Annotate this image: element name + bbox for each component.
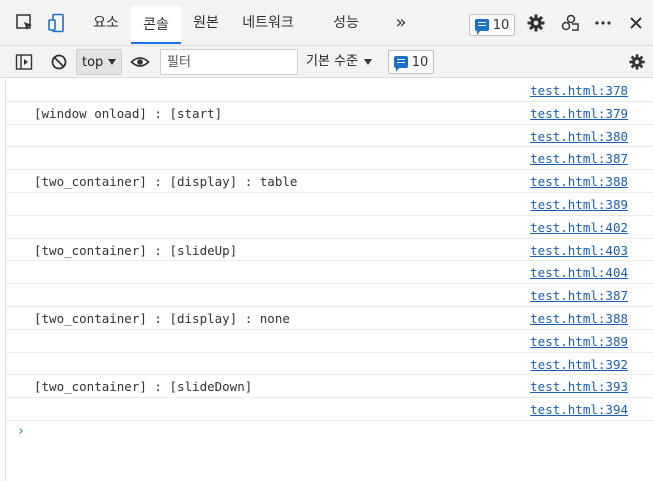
levels-label: 기본 수준	[306, 54, 358, 69]
tab-elements[interactable]: 요소	[84, 0, 128, 46]
issues-count-badge[interactable]: 10	[388, 50, 434, 74]
log-source-link[interactable]: test.html:402	[530, 220, 628, 235]
log-row: test.html:389	[6, 193, 653, 216]
chevron-down-icon	[108, 59, 116, 65]
message-count: 10	[492, 17, 510, 33]
log-row: [two_container] : [display] : none test.h…	[6, 307, 653, 330]
tab-label: 요소	[93, 15, 119, 31]
settings-gear-icon[interactable]	[523, 10, 549, 36]
clear-console-icon[interactable]	[47, 50, 71, 74]
log-row: [two_container] : [slideDown] test.html:3…	[6, 375, 653, 399]
log-source-link[interactable]: test.html:394	[530, 402, 628, 417]
log-source-link[interactable]: test.html:403	[530, 243, 628, 258]
tab-performance[interactable]: 성능	[324, 0, 368, 46]
tab-label: 네트워크	[242, 15, 294, 31]
message-count-badge[interactable]: 10	[469, 14, 515, 36]
log-message: [two_container] : [display] : table	[34, 174, 298, 190]
live-expression-eye-icon[interactable]	[128, 50, 152, 74]
close-icon[interactable]	[623, 10, 649, 36]
log-row: test.html:392	[6, 353, 653, 376]
log-source-link[interactable]: test.html:387	[530, 288, 628, 303]
message-bubble-icon	[474, 19, 489, 35]
tab-label: 콘솔	[143, 17, 169, 33]
more-options-icon[interactable]	[590, 10, 616, 36]
log-source-link[interactable]: test.html:378	[530, 83, 628, 98]
log-row: test.html:404	[6, 261, 653, 285]
log-row: test.html:389	[6, 330, 653, 353]
log-levels-dropdown[interactable]: 기본 수준	[306, 49, 372, 75]
log-row: [window onload] : [start] test.html:379	[6, 102, 653, 125]
log-source-link[interactable]: test.html:389	[530, 197, 628, 212]
log-message: [two_container] : [slideDown]	[34, 379, 253, 395]
tab-network[interactable]: 네트워크	[236, 0, 300, 46]
more-tabs-button[interactable]: »	[386, 0, 416, 46]
log-row: test.html:378	[6, 79, 653, 102]
issues-count: 10	[411, 54, 429, 70]
device-emulation-icon[interactable]	[44, 10, 70, 36]
context-value: top	[82, 54, 104, 70]
log-source-link[interactable]: test.html:404	[530, 265, 628, 280]
log-row: [two_container] : [display] : table test.…	[6, 170, 653, 193]
log-row: [two_container] : [slideUp] test.html:403	[6, 239, 653, 262]
tab-sources[interactable]: 원본	[184, 0, 228, 46]
log-message: [two_container] : [slideUp]	[34, 242, 238, 258]
tab-label: 원본	[193, 15, 219, 31]
log-row: test.html:402	[6, 216, 653, 239]
log-source-link[interactable]: test.html:392	[530, 357, 628, 372]
console-settings-gear-icon[interactable]	[625, 50, 649, 74]
log-message: [two_container] : [display] : none	[34, 310, 290, 326]
log-row: test.html:387	[6, 147, 653, 171]
tab-label: 성능	[333, 15, 359, 31]
execution-context-select[interactable]: top	[76, 49, 122, 75]
log-source-link[interactable]: test.html:388	[530, 311, 628, 326]
message-bubble-icon	[393, 56, 408, 72]
filter-input[interactable]	[160, 49, 298, 75]
log-source-link[interactable]: test.html:380	[530, 129, 628, 144]
console-toolbar: top 기본 수준 10	[0, 46, 653, 78]
log-row: test.html:380	[6, 125, 653, 148]
console-log-area: test.html:378 [window onload] : [start] t…	[5, 79, 653, 481]
log-message: [window onload] : [start]	[34, 105, 223, 121]
feedback-icon[interactable]	[557, 10, 583, 36]
log-source-link[interactable]: test.html:387	[530, 151, 628, 166]
log-row: test.html:394	[6, 398, 653, 421]
log-source-link[interactable]: test.html:393	[530, 379, 628, 394]
log-source-link[interactable]: test.html:379	[530, 106, 628, 121]
log-source-link[interactable]: test.html:388	[530, 174, 628, 189]
tab-console[interactable]: 콘솔	[131, 6, 181, 44]
log-source-link[interactable]: test.html:389	[530, 334, 628, 349]
log-row: test.html:387	[6, 284, 653, 307]
show-sidebar-icon[interactable]	[12, 50, 36, 74]
console-prompt[interactable]: ›	[17, 424, 25, 439]
devtools-tabbar: 요소 콘솔 원본 네트워크 성능 » 10	[0, 0, 653, 46]
inspect-element-icon[interactable]	[12, 10, 38, 36]
chevron-down-icon	[363, 59, 372, 65]
